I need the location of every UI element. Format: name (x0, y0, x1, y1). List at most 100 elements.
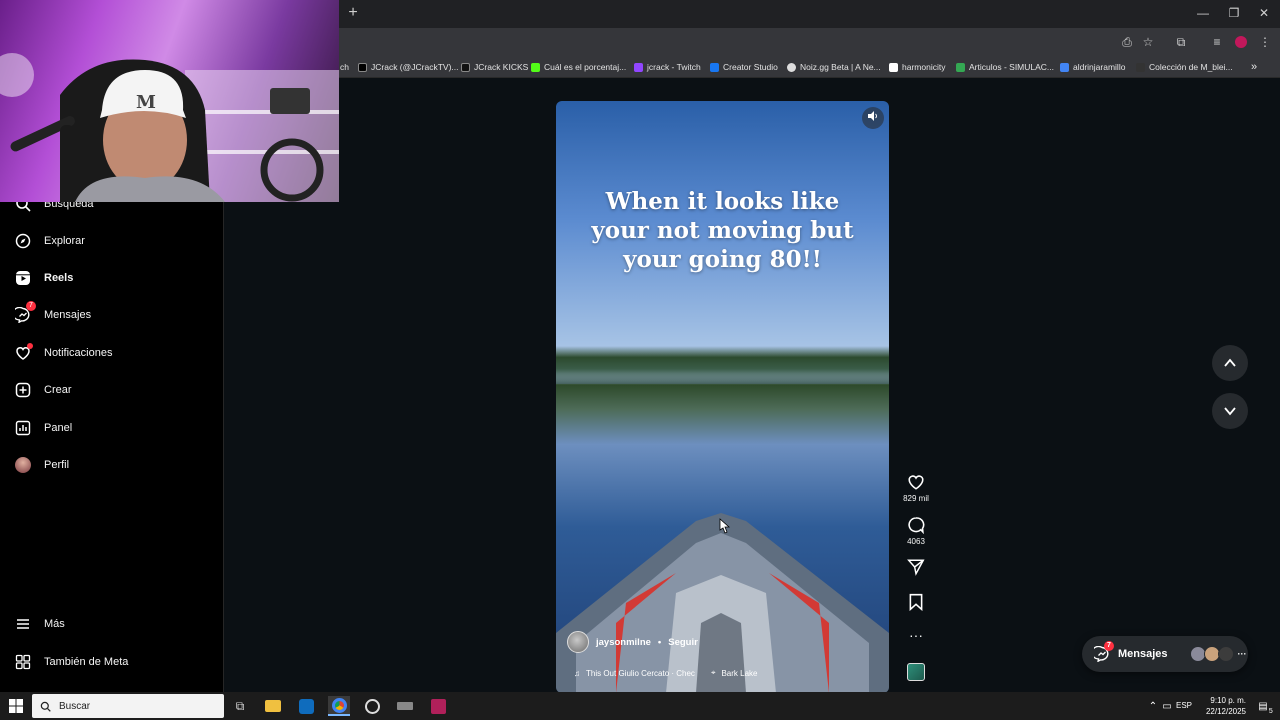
audio-thumbnail[interactable] (902, 663, 930, 681)
taskbar-time: 9:10 p. m. (1210, 696, 1246, 705)
taskbar-date: 22/12/2025 (1205, 707, 1246, 716)
messenger-icon: 7 (14, 301, 36, 324)
sidebar-item-label: Notificaciones (44, 347, 113, 359)
bookmark-item[interactable]: jcrack - Twitch (634, 60, 701, 74)
outlook-icon[interactable] (295, 696, 317, 716)
bookmark-item[interactable]: Cuál es el porcentaj... (531, 60, 626, 74)
bookmarks-overflow[interactable]: » (1251, 60, 1257, 74)
music-note-icon: ♫ (574, 668, 580, 678)
x-icon (358, 62, 367, 72)
heart-icon (14, 343, 33, 362)
location-pin-icon: ⌖ (710, 668, 716, 677)
bookmark-item[interactable]: Noiz.gg Beta | A Ne... (787, 60, 881, 74)
save-action[interactable] (902, 593, 930, 614)
language-indicator[interactable]: ESP (1176, 701, 1192, 710)
more-options-icon[interactable]: ··· (902, 628, 930, 642)
chrome-icon[interactable] (328, 696, 350, 716)
sidebar-item-more[interactable]: Más (14, 612, 65, 636)
share-action[interactable] (902, 558, 930, 579)
like-action[interactable]: 829 mil (902, 473, 930, 503)
author-avatar[interactable] (567, 631, 589, 653)
sidebar-item-label: Panel (44, 422, 73, 434)
avatar (14, 456, 32, 474)
author-username[interactable]: jaysonmilne (596, 637, 651, 648)
noiz-icon (787, 62, 796, 72)
music-title[interactable]: This Out Giulio Cercato · Chec (586, 669, 695, 678)
treeline (556, 346, 889, 384)
meta-grid-icon (14, 653, 32, 671)
svg-text:M: M (136, 92, 156, 113)
messenger-icon: 7 (1091, 641, 1114, 663)
display-icon[interactable]: ▭ (1156, 696, 1178, 716)
browser-menu-icon[interactable]: ⋮ (1256, 33, 1274, 51)
file-explorer-icon[interactable] (262, 696, 284, 716)
sidebar-item-explore[interactable]: Explorar (14, 229, 85, 253)
github-icon (1136, 62, 1145, 72)
obs-app-icon[interactable] (394, 696, 416, 716)
mute-button[interactable] (862, 107, 884, 129)
app-icon[interactable] (361, 696, 383, 716)
sidebar-item-notifications[interactable]: Notificaciones (14, 341, 112, 365)
bookmark-item[interactable]: Creator Studio (710, 60, 778, 74)
previous-reel-button[interactable] (1212, 345, 1248, 381)
sidebar-item-label: Perfil (44, 459, 70, 471)
heart-icon (908, 475, 924, 490)
sidebar-item-create[interactable]: Crear (14, 378, 72, 402)
bookmark-item[interactable]: aldrinjaramillo (1060, 60, 1125, 74)
bookmark-item[interactable]: harmonicity (889, 60, 945, 74)
kick-green-icon (531, 62, 540, 72)
taskbar-search[interactable]: Buscar (32, 694, 224, 718)
media-control-icon[interactable]: ≡ (1208, 33, 1226, 51)
task-view-icon[interactable]: ⧉ (229, 696, 251, 716)
messages-pill-badge: 7 (1104, 641, 1114, 651)
follow-button[interactable]: Seguir (668, 637, 698, 648)
bookmark-item[interactable]: Articulos - SIMULAC... (956, 60, 1054, 74)
reel-author: jaysonmilne • Seguir (567, 631, 698, 653)
sidebar-item-panel[interactable]: Panel (14, 416, 72, 440)
sidebar-item-label: También de Meta (44, 656, 129, 668)
close-button[interactable]: ✕ (1253, 4, 1275, 22)
menu-icon (14, 615, 32, 633)
sheets-icon (1060, 62, 1069, 72)
notification-center-icon[interactable]: ▤ 5 (1252, 696, 1274, 716)
webcam-overlay: M (0, 0, 339, 202)
windows-icon (9, 699, 23, 713)
restore-button[interactable]: ❐ (1223, 4, 1245, 22)
messages-badge: 7 (26, 301, 36, 311)
compass-icon (14, 232, 32, 250)
bookmark-item[interactable]: JCrack KICKS (461, 60, 528, 74)
minimize-button[interactable]: — (1192, 4, 1214, 22)
sidebar-item-label: Crear (44, 384, 72, 396)
facebook-icon (710, 62, 719, 72)
windows-start-button[interactable] (5, 696, 27, 716)
next-reel-button[interactable] (1212, 393, 1248, 429)
new-tab-button[interactable]: + (344, 4, 362, 22)
bookmark-star-icon[interactable]: ☆ (1139, 33, 1157, 51)
messages-pill-label: Mensajes (1118, 648, 1168, 660)
taskbar-clock[interactable]: 9:10 p. m. 22/12/2025 (1196, 695, 1246, 717)
install-app-icon[interactable]: ⎙ (1118, 33, 1136, 51)
bookmark-item[interactable]: ch (340, 60, 349, 74)
extensions-icon[interactable]: ⧉ (1172, 33, 1190, 51)
location-label[interactable]: Bark Lake (721, 669, 757, 678)
reel-music: ♫ This Out Giulio Cercato · Chec ⌖ Bark … (574, 666, 757, 680)
bookmark-item[interactable]: Colección de M_blei... (1136, 60, 1233, 74)
sidebar-item-meta[interactable]: También de Meta (14, 650, 128, 674)
comment-action[interactable]: 4063 (902, 516, 930, 546)
sidebar-item-label: Más (44, 618, 65, 630)
chevron-down-icon (1224, 407, 1236, 416)
sidebar-item-reels[interactable]: Reels (14, 266, 73, 290)
reel-video[interactable]: When it looks like your not moving but y… (556, 101, 889, 693)
sidebar-item-label: Mensajes (44, 309, 92, 321)
streaming-app-icon[interactable] (427, 696, 449, 716)
more-avatars-indicator: ··· (1237, 649, 1247, 659)
harmonicity-icon (889, 62, 898, 72)
speaker-icon (867, 109, 879, 127)
sidebar-item-messages[interactable]: 7 Mensajes (14, 301, 92, 327)
drive-icon (956, 62, 965, 72)
notification-dot (27, 343, 33, 349)
bookmark-item[interactable]: JCrack (@JCrackTV)... (358, 60, 459, 74)
profile-icon[interactable] (1232, 33, 1250, 51)
messages-pill[interactable]: 7 Mensajes ··· (1082, 636, 1248, 672)
sidebar-item-profile[interactable]: Perfil (14, 453, 69, 477)
